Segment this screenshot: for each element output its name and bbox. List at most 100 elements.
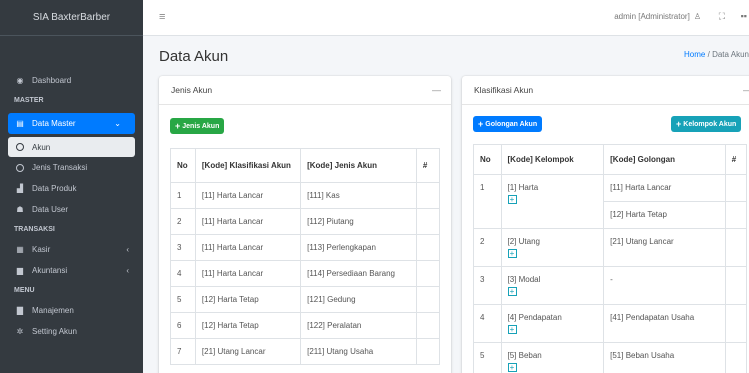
add-golongan-icon[interactable]: +	[507, 249, 517, 258]
table-icon: ▤	[16, 119, 24, 128]
actions-cell	[415, 208, 441, 235]
table-cell: 5	[473, 342, 502, 373]
kelompok-label: [2] Utang	[507, 237, 540, 246]
chevron-down-icon: ⌄	[114, 119, 121, 128]
sidebar-item-data-master[interactable]: ▤ Data Master ⌄	[8, 113, 135, 134]
card-header: Klasifikasi Akun —	[462, 76, 749, 105]
chevron-left-icon: ‹	[126, 266, 129, 275]
column-header: [Kode] Kelompok	[500, 144, 605, 175]
actions-cell	[724, 304, 748, 343]
button-label: Jenis Akun	[182, 122, 220, 130]
sidebar-item-label: Akuntansi	[32, 266, 68, 275]
circle-icon	[14, 163, 26, 172]
top-navbar: ≡ admin [Administrator] ♙ ⛶ ▪▪	[143, 0, 749, 36]
table-row: 4 [11] Harta Lancar [114] Persediaan Baran…	[170, 260, 441, 287]
cart-icon: ▟	[16, 184, 24, 193]
user-name: admin [Administrator]	[614, 12, 690, 21]
breadcrumb-home[interactable]: Home	[684, 50, 705, 59]
add-golongan-icon[interactable]: +	[507, 287, 517, 296]
breadcrumb-current: Data Akun	[712, 50, 749, 59]
card-title: Jenis Akun	[171, 85, 213, 95]
table-row: 3 [11] Harta Lancar [113] Perlengkapan	[170, 234, 441, 261]
plus-icon: +	[478, 119, 484, 129]
sidebar-item-jenis-transaksi[interactable]: Jenis Transaksi	[0, 157, 143, 178]
fullscreen-icon[interactable]: ⛶	[719, 11, 725, 22]
add-golongan-akun-button[interactable]: + Golongan Akun	[473, 116, 543, 132]
table-cell: 3	[473, 266, 502, 305]
column-header: [Kode] Klasifikasi Akun	[194, 148, 302, 183]
kelompok-label: [3] Modal	[507, 275, 541, 284]
user-menu[interactable]: admin [Administrator] ♙	[614, 12, 701, 21]
hamburger-icon[interactable]: ≡	[159, 11, 165, 23]
table-cell: [12] Harta Tetap	[194, 286, 302, 313]
sidebar-item-label: Dashboard	[32, 76, 72, 85]
golongan-cell: [51] Beban Usaha	[603, 342, 726, 373]
users-icon: ☗	[16, 205, 24, 214]
breadcrumb: Home / Data Akun	[684, 50, 749, 59]
table-cell: 4	[473, 304, 502, 343]
table-row: 6 [12] Harta Tetap [122] Peralatan	[170, 312, 441, 339]
sidebar-item-data-produk[interactable]: ▟ Data Produk	[0, 178, 143, 199]
table-cell: [114] Persediaan Barang	[300, 260, 417, 287]
actions-cell	[415, 182, 441, 209]
add-jenis-akun-button[interactable]: + Jenis Akun	[170, 118, 225, 134]
sidebar-item-manajemen[interactable]: ▇ Manajemen	[0, 300, 143, 321]
actions-cell	[415, 260, 441, 287]
breadcrumb-separator: /	[707, 50, 710, 59]
table-cell: [211] Utang Usaha	[300, 338, 417, 365]
table-row: 1 [1] Harta + [11] Harta Lancar	[473, 174, 748, 229]
table-cell: [12] Harta Tetap	[194, 312, 302, 339]
table-cell: [121] Gedung	[300, 286, 417, 313]
sidebar-header-menu: MENU	[14, 287, 35, 294]
table-cell: 1	[473, 174, 502, 229]
golongan-cell: [12] Harta Tetap	[603, 201, 726, 229]
circle-icon	[14, 143, 26, 151]
sidebar-item-akuntansi[interactable]: ▆ Akuntansi ‹	[0, 260, 143, 281]
book-icon: ▆	[16, 266, 24, 275]
button-label: Golongan Akun	[485, 120, 538, 128]
sidebar-item-kasir[interactable]: ▦ Kasir ‹	[0, 239, 143, 260]
add-golongan-icon[interactable]: +	[507, 363, 517, 372]
table-cell: 4	[170, 260, 196, 287]
grid-icon[interactable]: ▪▪	[741, 11, 747, 21]
golongan-cell: [11] Harta Lancar	[603, 174, 726, 202]
sidebar-item-data-user[interactable]: ☗ Data User	[0, 199, 143, 220]
golongan-cell: [41] Pendapatan Usaha	[603, 304, 726, 343]
table-row: 3 [3] Modal + -	[473, 266, 748, 305]
table-cell: 7	[170, 338, 196, 365]
column-header: #	[724, 144, 748, 175]
actions-cell	[724, 266, 748, 305]
table-cell: [11] Harta Lancar	[194, 260, 302, 287]
gear-icon: ✲	[16, 327, 24, 336]
table-cell: [21] Utang Lancar	[194, 338, 302, 365]
plus-icon: +	[175, 121, 181, 131]
minimize-icon[interactable]: —	[432, 85, 441, 95]
sidebar-item-dashboard[interactable]: ◉ Dashboard	[0, 70, 143, 91]
table-cell: [122] Peralatan	[300, 312, 417, 339]
table-row: 4 [4] Pendapatan + [41] Pendapatan Usaha	[473, 304, 748, 343]
minimize-icon[interactable]: —	[743, 85, 749, 95]
kelompok-label: [4] Pendapatan	[507, 313, 562, 322]
card-title: Klasifikasi Akun	[474, 85, 534, 95]
column-header: No	[473, 144, 502, 175]
column-header: [Kode] Jenis Akun	[300, 148, 417, 183]
table-cell: [111] Kas	[300, 182, 417, 209]
dashboard-icon: ◉	[16, 76, 24, 85]
jenis-akun-table: No [Kode] Klasifikasi Akun [Kode] Jenis …	[170, 148, 441, 365]
sidebar-item-label: Data User	[32, 205, 69, 214]
table-row: 5 [12] Harta Tetap [121] Gedung	[170, 286, 441, 313]
user-icon: ♙	[693, 12, 701, 21]
actions-cell	[724, 201, 748, 229]
kelompok-label: [1] Harta	[507, 183, 539, 192]
klasifikasi-akun-card: Klasifikasi Akun— +Golongan Akun +Kelomp…	[462, 76, 749, 373]
add-golongan-icon[interactable]: +	[507, 195, 517, 204]
add-kelompok-akun-button[interactable]: + Kelompok Akun	[671, 116, 742, 132]
add-golongan-icon[interactable]: +	[507, 325, 517, 334]
table-header-row: No [Kode] Kelompok [Kode] Golongan #	[473, 144, 748, 175]
sidebar-item-akun[interactable]: Akun	[8, 137, 135, 157]
actions-cell	[415, 312, 441, 339]
brand-title[interactable]: SIA BaxterBarber	[0, 0, 143, 36]
table-cell: [11] Harta Lancar	[194, 234, 302, 261]
card-header: Jenis Akun —	[159, 76, 451, 105]
sidebar-item-setting-akun[interactable]: ✲ Setting Akun	[0, 321, 143, 342]
